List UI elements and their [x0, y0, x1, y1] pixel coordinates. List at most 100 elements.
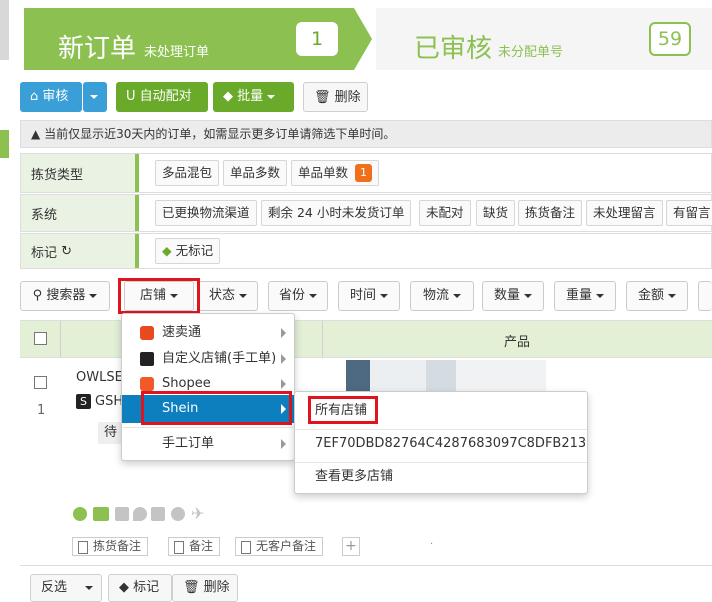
delete-button[interactable]: 🗑 删除 [303, 82, 368, 112]
trash-icon: 🗑 [183, 580, 200, 595]
status-filter-label: 状态 [208, 288, 235, 303]
aliexpress-icon [140, 326, 154, 340]
step-new-orders[interactable]: 新订单 未处理订单 1 [24, 8, 354, 70]
chevron-down-icon [380, 293, 388, 298]
trash-icon: 🗑 [314, 90, 331, 105]
review-dropdown-toggle[interactable] [83, 82, 107, 112]
notice-text: 当前仅显示近30天内的订单，如需显示更多订单请筛选下单时间。 [44, 127, 396, 141]
chevron-right-icon [281, 439, 286, 449]
chevron-right-icon [281, 354, 286, 364]
add-note-button[interactable]: + [342, 537, 360, 556]
store-name: GSH [95, 394, 124, 409]
chevron-down-icon [267, 94, 276, 99]
menu-item-manual-order[interactable]: 手工订单 [122, 430, 294, 458]
chip-single-multi[interactable]: 单品多数 [223, 160, 288, 186]
tag-icon: ◆ [223, 89, 233, 104]
quantity-filter-button[interactable]: 数量 [482, 281, 544, 311]
chip-pick-note[interactable]: 拣货备注 [518, 200, 583, 226]
clock-icon[interactable] [73, 507, 87, 521]
bottom-tag-button[interactable]: ◆ 标记 [108, 574, 172, 602]
chevron-down-icon [309, 293, 317, 298]
step-new-subtitle: 未处理订单 [144, 45, 210, 60]
column-divider [60, 321, 61, 357]
bottom-tag-label: 标记 [133, 580, 160, 595]
chevron-down-icon [90, 94, 98, 99]
chip-unmatched[interactable]: 未配对 [419, 200, 471, 226]
magnet-icon: U [126, 89, 136, 104]
amount-filter-button[interactable]: 金额 [626, 281, 688, 311]
menu-item-custom-store[interactable]: 自定义店铺(手工单) [122, 345, 294, 373]
step-reviewed[interactable]: 已审核 未分配单号 59 [376, 8, 712, 70]
home-icon[interactable] [115, 507, 129, 521]
searcher-label: 搜索器 [46, 288, 86, 303]
select-all-checkbox[interactable] [34, 332, 47, 345]
printer-icon[interactable] [151, 507, 165, 521]
status-badge: 待 [98, 422, 124, 444]
more-filter-button[interactable] [698, 281, 712, 311]
chip-24h-unshipped[interactable]: 剩余 24 小时未发货订单 [261, 200, 412, 226]
auto-match-button[interactable]: U 自动配对 [116, 82, 208, 112]
warning-icon: ▲ [31, 127, 41, 141]
province-filter-button[interactable]: 省份 [268, 281, 328, 311]
bottom-delete-button[interactable]: 🗑 删除 [172, 574, 238, 602]
menu-item-aliexpress[interactable]: 速卖通 [122, 319, 294, 347]
review-button[interactable]: ⌂ 审核 [20, 82, 82, 112]
location-icon[interactable] [133, 507, 147, 521]
refresh-icon[interactable]: ↻ [61, 244, 72, 259]
review-label: 审核 [42, 89, 69, 104]
product-column-header: 产品 [504, 335, 531, 350]
highlight-store-button [118, 278, 200, 314]
batch-button[interactable]: ◆ 批量 [213, 82, 294, 112]
menu-item-shopee-label: Shopee [162, 376, 211, 391]
invert-select-label: 反选 [41, 580, 68, 595]
quantity-filter-label: 数量 [493, 288, 520, 303]
logistics-filter-button[interactable]: 物流 [410, 281, 474, 311]
weight-filter-button[interactable]: 重量 [554, 281, 616, 311]
searcher-button[interactable]: ⚲ 搜索器 [20, 281, 110, 311]
invert-select-button[interactable]: 反选 [30, 574, 102, 602]
time-filter-button[interactable]: 时间 [338, 281, 400, 311]
plane-icon[interactable]: ✈ [191, 506, 205, 522]
status-filter-button[interactable]: 状态 [198, 281, 258, 311]
filter-row-pick-type: 拣货类型 多品混包 单品多数 单品单数 1 [20, 153, 712, 193]
left-edge-strip [0, 0, 9, 60]
chip-changed-channel[interactable]: 已更换物流渠道 [155, 200, 257, 226]
auto-match-label: 自动配对 [139, 89, 192, 104]
submenu-item-store-id[interactable]: 7EF70DBD82764C4287683097C8DFB213 [295, 430, 587, 458]
bottom-delete-label: 删除 [203, 580, 230, 595]
chevron-down-icon [453, 293, 461, 298]
cloud-icon[interactable] [171, 507, 185, 521]
chip-unhandled-message[interactable]: 未处理留言 [586, 200, 663, 226]
chip-out-of-stock[interactable]: 缺货 [476, 200, 516, 226]
highlight-all-stores [308, 396, 378, 424]
chip-no-tag[interactable]: ◆ 无标记 [155, 238, 221, 264]
chevron-down-icon [89, 293, 98, 298]
row-checkbox[interactable] [34, 376, 47, 389]
chevron-down-icon [596, 293, 604, 298]
filter-label-tag-text: 标记 [31, 245, 58, 261]
chevron-down-icon [239, 293, 247, 298]
amount-filter-label: 金额 [637, 288, 664, 303]
customer-note-button[interactable]: 无客户备注 [235, 537, 324, 556]
count-badge: 1 [355, 164, 372, 182]
note-button[interactable]: 备注 [168, 537, 221, 556]
chevron-right-icon [281, 328, 286, 338]
submenu-item-more-stores[interactable]: 查看更多店铺 [295, 463, 587, 491]
filter-label-pick-type: 拣货类型 [21, 154, 139, 192]
tag-icon: ◆ [162, 243, 172, 258]
chevron-down-icon [524, 293, 532, 298]
chip-mixed-pack[interactable]: 多品混包 [155, 160, 220, 186]
chip-single-single-label: 单品单数 [298, 165, 349, 180]
money-icon[interactable] [93, 507, 109, 521]
chevron-right-icon [281, 379, 286, 389]
step-new-title: 新订单 [58, 34, 137, 64]
chevron-down-icon [85, 585, 94, 590]
delete-label: 删除 [334, 90, 361, 105]
order-id[interactable]: OWLSE [76, 370, 123, 385]
step-reviewed-count: 59 [649, 22, 691, 56]
menu-divider [122, 427, 294, 428]
chip-has-message[interactable]: 有留言 [666, 200, 712, 226]
pick-note-button[interactable]: 拣货备注 [72, 537, 149, 556]
shopee-icon [140, 377, 154, 391]
step-reviewed-subtitle: 未分配单号 [498, 45, 564, 60]
